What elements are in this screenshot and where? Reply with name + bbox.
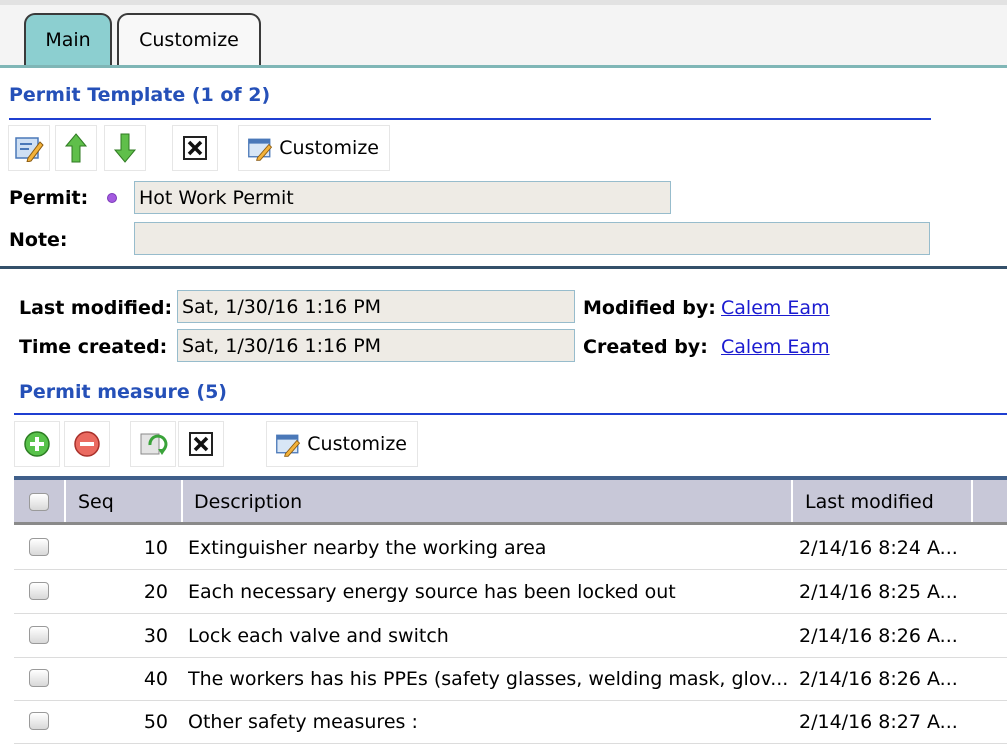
- customize-label: Customize: [307, 433, 407, 455]
- close-box-icon: [189, 432, 213, 456]
- grid-header-rule: [14, 522, 1007, 525]
- cell-description: Each necessary energy source has been lo…: [188, 581, 676, 603]
- created-by-label: Created by:: [583, 336, 708, 358]
- arrow-up-icon: [64, 133, 88, 163]
- edit-button[interactable]: [8, 125, 50, 171]
- edit-form-icon: [15, 137, 44, 162]
- cell-seq: 30: [143, 625, 168, 647]
- required-indicator-icon: [107, 193, 117, 203]
- cell-last-modified: 2/14/16 8:24 A...: [799, 537, 958, 559]
- permit-template-title: Permit Template (1 of 2): [9, 84, 271, 106]
- column-header-seq[interactable]: Seq: [78, 480, 178, 524]
- row-checkbox[interactable]: [29, 712, 49, 730]
- last-modified-label: Last modified:: [19, 297, 173, 319]
- row-checkbox[interactable]: [29, 582, 49, 600]
- cell-seq: 50: [143, 711, 168, 733]
- tab-main[interactable]: Main: [24, 13, 112, 65]
- customize-label: Customize: [279, 137, 379, 159]
- section-divider: [0, 266, 1007, 269]
- remove-circle-icon: [74, 431, 100, 457]
- cell-description: Other safety measures :: [188, 711, 418, 733]
- arrow-down-icon: [113, 133, 137, 163]
- note-field[interactable]: [134, 222, 930, 255]
- column-header-last-modified[interactable]: Last modified: [805, 480, 975, 524]
- cell-seq: 20: [143, 581, 168, 603]
- column-separator: [791, 480, 793, 524]
- section-rule: [9, 118, 931, 120]
- permit-measure-title: Permit measure (5): [19, 381, 227, 403]
- close-measure-button[interactable]: [178, 421, 224, 467]
- close-box-icon: [183, 136, 207, 160]
- add-measure-button[interactable]: [14, 421, 60, 467]
- customize-button[interactable]: Customize: [238, 125, 390, 171]
- column-separator: [64, 480, 66, 524]
- time-created-field: Sat, 1/30/16 1:16 PM: [177, 329, 575, 362]
- cell-last-modified: 2/14/16 8:25 A...: [799, 581, 958, 603]
- row-checkbox[interactable]: [29, 538, 49, 556]
- cell-description: Lock each valve and switch: [188, 625, 449, 647]
- row-checkbox[interactable]: [29, 626, 49, 644]
- cell-last-modified: 2/14/16 8:26 A...: [799, 668, 958, 690]
- move-down-button[interactable]: [104, 125, 146, 171]
- modified-by-label: Modified by:: [583, 297, 716, 319]
- customize-measure-button[interactable]: Customize: [266, 421, 418, 467]
- remove-measure-button[interactable]: [64, 421, 110, 467]
- refresh-icon: [140, 433, 168, 455]
- customize-icon: [276, 434, 301, 457]
- cell-last-modified: 2/14/16 8:26 A...: [799, 625, 958, 647]
- close-button[interactable]: [172, 125, 218, 171]
- cell-description: The workers has his PPEs (safety glasses…: [188, 668, 788, 690]
- select-all-checkbox[interactable]: [29, 493, 49, 511]
- table-row[interactable]: 50 Other safety measures : 2/14/16 8:27 …: [14, 701, 1007, 744]
- cell-description: Extinguisher nearby the working area: [188, 537, 547, 559]
- modified-by-link[interactable]: Calem Eam: [721, 297, 830, 319]
- row-checkbox[interactable]: [29, 669, 49, 687]
- refresh-button[interactable]: [130, 421, 176, 467]
- add-circle-icon: [24, 431, 50, 457]
- table-row[interactable]: 40 The workers has his PPEs (safety glas…: [14, 658, 1007, 701]
- column-separator: [181, 480, 183, 524]
- table-row[interactable]: 10 Extinguisher nearby the working area …: [14, 527, 1007, 570]
- tab-underline: [0, 65, 1007, 68]
- column-separator: [971, 480, 973, 524]
- permit-label: Permit:: [9, 187, 89, 209]
- note-label: Note:: [9, 229, 68, 251]
- customize-icon: [248, 138, 273, 161]
- time-created-label: Time created:: [19, 336, 168, 358]
- top-border: [0, 0, 1007, 5]
- measure-section-rule: [14, 413, 1007, 415]
- created-by-link[interactable]: Calem Eam: [721, 336, 830, 358]
- cell-last-modified: 2/14/16 8:27 A...: [799, 711, 958, 733]
- permit-field[interactable]: Hot Work Permit: [134, 181, 671, 214]
- table-row[interactable]: 20 Each necessary energy source has been…: [14, 571, 1007, 614]
- cell-seq: 40: [143, 668, 168, 690]
- grid-header: Seq Description Last modified: [14, 476, 1007, 524]
- column-header-description[interactable]: Description: [194, 480, 774, 524]
- table-row[interactable]: 30 Lock each valve and switch 2/14/16 8:…: [14, 615, 1007, 658]
- last-modified-field: Sat, 1/30/16 1:16 PM: [177, 290, 575, 323]
- cell-seq: 10: [143, 537, 168, 559]
- move-up-button[interactable]: [55, 125, 97, 171]
- tab-customize[interactable]: Customize: [117, 13, 261, 65]
